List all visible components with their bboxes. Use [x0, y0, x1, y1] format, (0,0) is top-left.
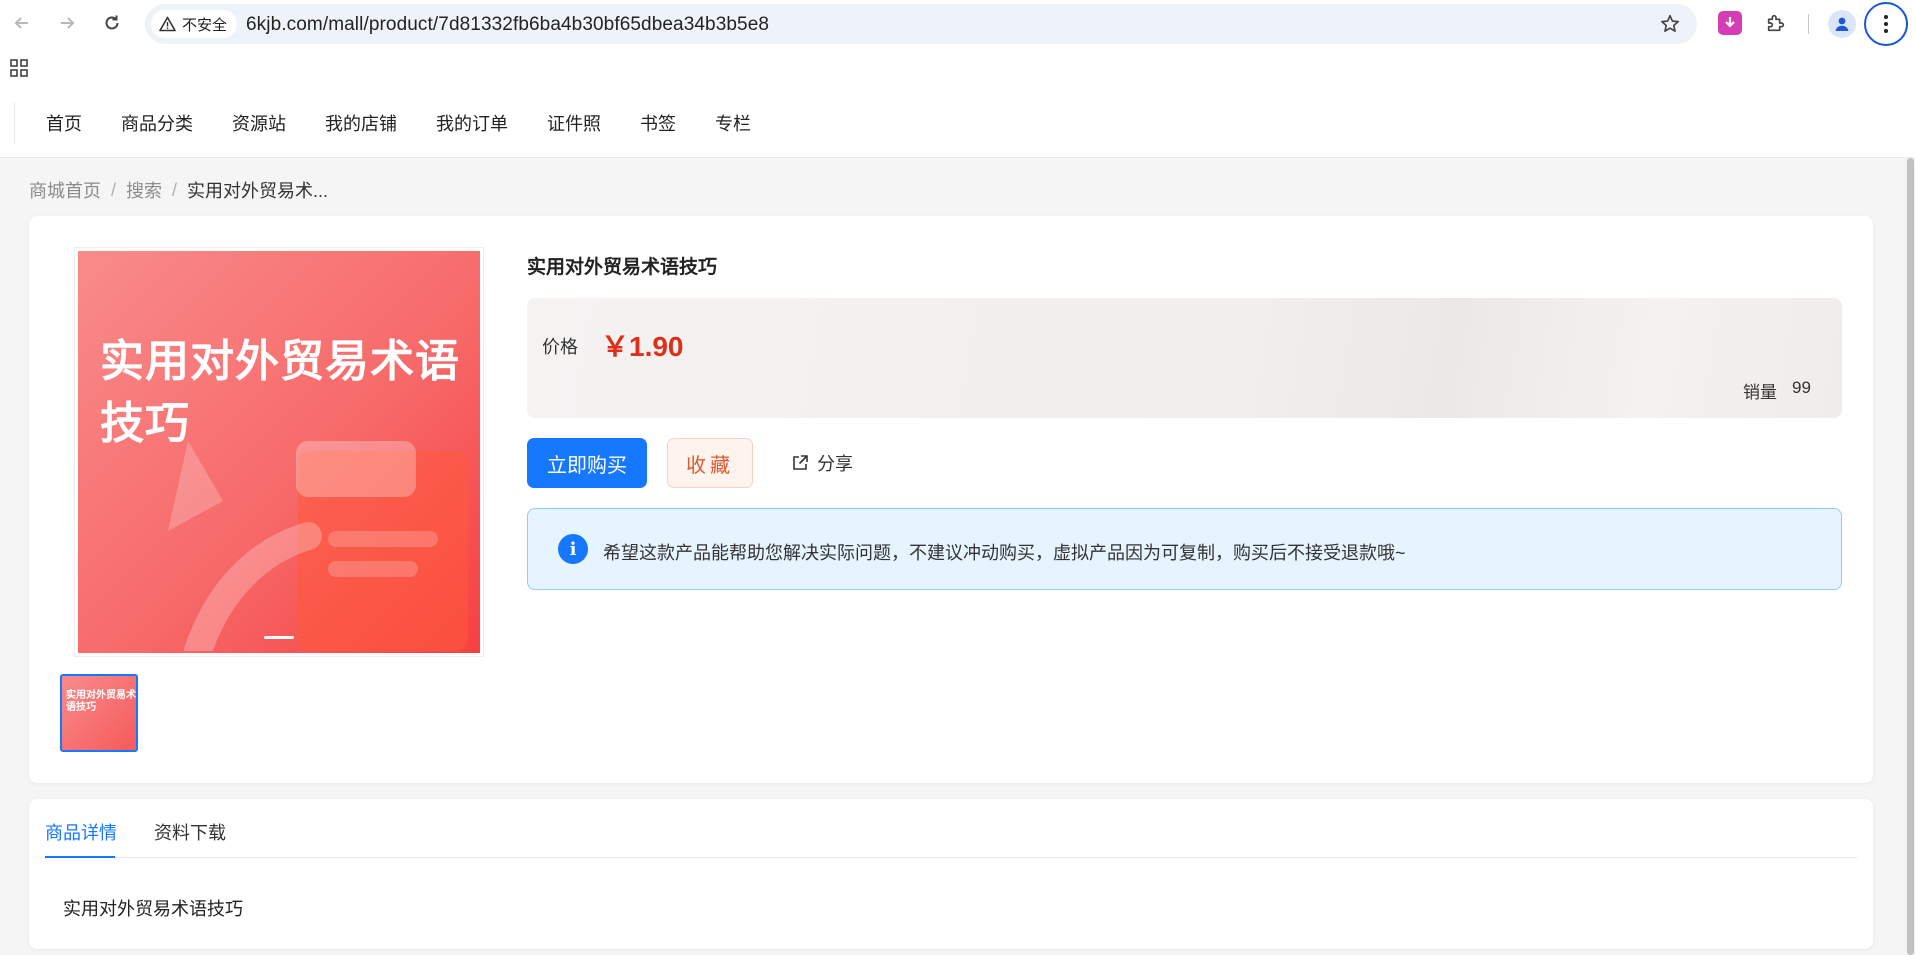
breadcrumb-search[interactable]: 搜索	[126, 177, 162, 203]
puzzle-icon	[1767, 14, 1785, 32]
profile-icon	[1835, 17, 1849, 31]
price-value: ￥1.90	[601, 331, 684, 362]
sales-label: 销量	[1743, 383, 1777, 402]
browser-toolbar: 不安全 6kjb.com/mall/product/7d81332fb6ba4b…	[0, 0, 1915, 48]
carousel-indicator[interactable]	[264, 636, 294, 639]
toolbar-separator	[1808, 14, 1809, 34]
more-vert-icon	[1884, 15, 1888, 33]
browser-menu-button[interactable]	[1864, 2, 1908, 46]
cover-title: 实用对外贸易术语技巧	[100, 336, 460, 449]
warning-icon	[159, 16, 176, 32]
share-label: 分享	[817, 454, 853, 474]
product-thumbnail[interactable]: 实用对外贸易术语技巧	[60, 674, 138, 752]
price-label: 价格	[542, 337, 578, 357]
detail-card: 商品详情 资料下载 实用对外贸易术语技巧	[29, 799, 1873, 949]
nav-bookmarks[interactable]: 书签	[640, 110, 676, 136]
tab-product-details[interactable]: 商品详情	[45, 819, 117, 845]
nav-id-photo[interactable]: 证件照	[547, 110, 601, 136]
nav-resources[interactable]: 资源站	[232, 110, 286, 136]
nav-columns[interactable]: 专栏	[715, 110, 751, 136]
nav-categories[interactable]: 商品分类	[121, 110, 193, 136]
price-panel: 价格 ￥1.90 销量 99	[527, 298, 1842, 418]
sales-value: 99	[1792, 378, 1811, 397]
cover-arrow-graphic	[168, 441, 322, 651]
nav-my-orders[interactable]: 我的订单	[436, 110, 508, 136]
reload-button[interactable]	[99, 10, 125, 36]
product-title: 实用对外贸易术语技巧	[527, 257, 718, 278]
nav-home[interactable]: 首页	[46, 110, 82, 136]
bookmarks-bar	[0, 48, 1915, 88]
nav-my-shop[interactable]: 我的店铺	[325, 110, 397, 136]
site-header: 首页 商品分类 资源站 我的店铺 我的订单 证件照 书签 专栏	[0, 88, 1915, 158]
notice-text: 希望这款产品能帮助您解决实际问题，不建议冲动购买，虚拟产品因为可复制，购买后不接…	[603, 543, 1406, 563]
purchase-notice: i 希望这款产品能帮助您解决实际问题，不建议冲动购买，虚拟产品因为可复制，购买后…	[527, 508, 1842, 590]
thumbnail-title: 实用对外贸易术语技巧	[66, 690, 136, 713]
profile-button[interactable]	[1828, 10, 1856, 38]
download-extension-icon	[1725, 17, 1735, 28]
star-icon	[1661, 14, 1679, 32]
tab-downloads[interactable]: 资料下载	[154, 819, 226, 845]
buy-now-button[interactable]: 立即购买	[527, 438, 647, 488]
forward-icon	[61, 17, 75, 29]
detail-tabs: 商品详情 资料下载	[45, 799, 1857, 858]
site-security-chip[interactable]: 不安全	[151, 10, 238, 38]
forward-button[interactable]	[54, 10, 80, 36]
security-label: 不安全	[182, 16, 228, 34]
site-nav: 首页 商品分类 资源站 我的店铺 我的订单 证件照 书签 专栏	[46, 88, 790, 158]
back-icon	[14, 17, 28, 29]
page-scrollbar-thumb[interactable]	[1907, 158, 1914, 955]
breadcrumb-home[interactable]: 商城首页	[29, 177, 101, 203]
reload-icon	[105, 15, 119, 30]
apps-button[interactable]	[10, 59, 28, 82]
download-extension-button[interactable]	[1718, 11, 1742, 35]
extensions-button[interactable]	[1764, 11, 1788, 35]
bookmark-star-button[interactable]	[1659, 13, 1681, 40]
apps-grid-icon	[10, 59, 28, 77]
detail-content: 实用对外贸易术语技巧	[63, 899, 243, 919]
breadcrumb-separator: /	[172, 179, 178, 200]
breadcrumb-separator: /	[111, 179, 117, 200]
header-divider	[14, 102, 15, 144]
breadcrumb: 商城首页 / 搜索 / 实用对外贸易术...	[29, 177, 328, 203]
back-button[interactable]	[9, 10, 35, 36]
info-icon: i	[558, 534, 588, 564]
url-text[interactable]: 6kjb.com/mall/product/7d81332fb6ba4b30bf…	[246, 14, 769, 36]
product-main-image[interactable]: 实用对外贸易术语技巧	[74, 247, 484, 657]
address-bar[interactable]: 不安全 6kjb.com/mall/product/7d81332fb6ba4b…	[145, 4, 1697, 44]
product-cover: 实用对外贸易术语技巧	[78, 251, 480, 653]
active-tab-indicator	[45, 856, 115, 858]
favorite-button[interactable]: 收藏	[667, 438, 753, 488]
product-card: 实用对外贸易术语技巧 实用对外贸易术语技巧 实用对外贸易术语技巧 价格 ￥1.9…	[29, 216, 1873, 783]
breadcrumb-current: 实用对外贸易术...	[187, 181, 329, 201]
share-icon	[793, 455, 808, 470]
share-button[interactable]: 分享	[791, 450, 853, 476]
